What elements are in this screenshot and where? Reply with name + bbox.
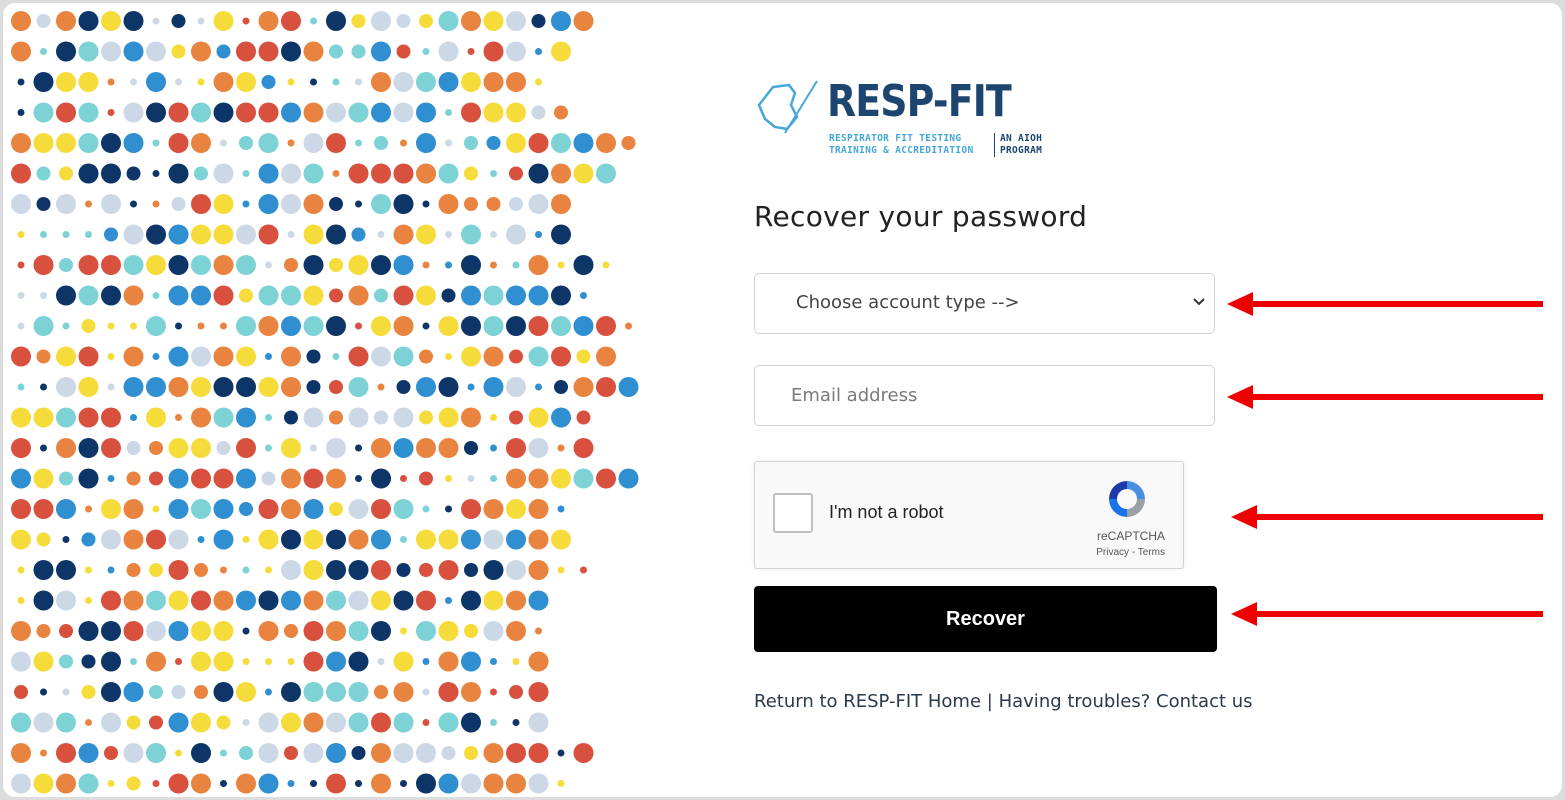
recaptcha-logo-icon [1109, 481, 1145, 517]
recaptcha-links-separator: - [1131, 547, 1136, 558]
recaptcha-terms-link[interactable]: Terms [1138, 547, 1165, 558]
map-outline-icon [757, 80, 818, 134]
account-type-select[interactable]: Choose account type --> [754, 273, 1215, 334]
recaptcha-brand: reCAPTCHA [1096, 529, 1165, 543]
chevron-down-icon [1193, 298, 1205, 306]
logo-program-line1: AN AIOH [1000, 133, 1043, 144]
recaptcha-widget: I'm not a robot reCAPTCHA Privacy - Term… [754, 461, 1184, 569]
footer-links: Return to RESP-FIT Home | Having trouble… [754, 691, 1253, 712]
page-frame: RESP-FIT RESPIRATOR FIT TESTING TRAINING… [3, 3, 1562, 797]
logo-tagline-left: RESPIRATOR FIT TESTING TRAINING & ACCRED… [829, 133, 973, 157]
logo-tagline-line2: TRAINING & ACCREDITATION [829, 145, 974, 156]
logo-program-line2: PROGRAM [1000, 145, 1043, 156]
recaptcha-label: I'm not a robot [829, 502, 944, 522]
annotation-arrow-email [1227, 385, 1543, 409]
email-field-container [754, 365, 1215, 426]
recaptcha-checkbox[interactable] [773, 493, 813, 533]
recover-button[interactable]: Recover [754, 586, 1217, 652]
annotation-arrow-select [1227, 292, 1543, 316]
footer-separator: | [986, 691, 993, 712]
logo-wordmark: RESP-FIT [827, 76, 1012, 127]
return-home-link[interactable]: Return to RESP-FIT Home [754, 691, 981, 712]
account-type-selected-value: Choose account type --> [796, 292, 1020, 313]
page-title: Recover your password [754, 200, 1088, 233]
contact-us-link[interactable]: Having troubles? Contact us [999, 691, 1253, 712]
recaptcha-privacy-link[interactable]: Privacy [1096, 547, 1129, 558]
resp-fit-logo: RESP-FIT RESPIRATOR FIT TESTING TRAINING… [751, 75, 1051, 167]
logo-tagline-right: AN AIOH PROGRAM [994, 133, 1042, 157]
recaptcha-links: Privacy - Terms [1096, 547, 1165, 558]
dot-pattern-decoration [11, 11, 639, 794]
annotation-arrow-recover [1231, 602, 1543, 626]
logo-tagline-line1: RESPIRATOR FIT TESTING [829, 133, 962, 144]
email-input[interactable] [755, 366, 1214, 425]
annotation-arrow-captcha [1231, 505, 1543, 529]
